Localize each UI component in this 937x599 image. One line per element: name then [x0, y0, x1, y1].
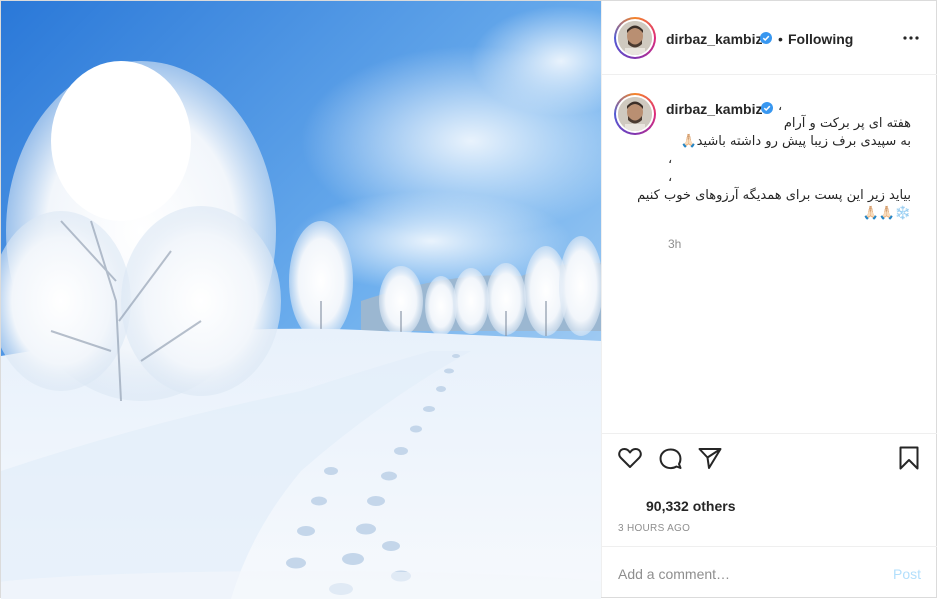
- caption-line: ،: [668, 170, 673, 185]
- more-options-icon[interactable]: [902, 29, 920, 47]
- comment-box: Post: [602, 546, 937, 597]
- caption-line: هفته ای پر برکت و آرام: [783, 116, 911, 131]
- avatar: [618, 21, 652, 55]
- action-bar: [602, 433, 937, 483]
- caption-separator: ،: [778, 98, 783, 113]
- post-comment-button[interactable]: Post: [893, 566, 921, 582]
- likes-count[interactable]: 90,332 others: [646, 498, 736, 514]
- comment-icon[interactable]: [656, 444, 684, 472]
- post-timestamp[interactable]: 3 HOURS AGO: [618, 523, 690, 534]
- bookmark-icon[interactable]: [895, 444, 923, 472]
- post-header: dirbaz_kambiz • Following: [602, 1, 937, 75]
- caption-time[interactable]: 3h: [668, 237, 681, 251]
- comment-input[interactable]: [618, 563, 878, 585]
- share-icon[interactable]: [696, 444, 724, 472]
- story-ring[interactable]: [614, 93, 656, 135]
- caption-line: بیاید زیر این پست برای همدیگه آرزوهای خو…: [637, 188, 911, 203]
- post-photo[interactable]: [1, 1, 601, 599]
- caption-area: dirbaz_kambiz ، هفته ای پر برکت و آرام ب…: [602, 75, 937, 433]
- following-button[interactable]: Following: [788, 31, 853, 47]
- story-ring[interactable]: [614, 17, 656, 59]
- verified-badge-icon: [761, 102, 773, 114]
- heart-icon[interactable]: [616, 444, 644, 472]
- snowy-landscape-image: [1, 1, 601, 599]
- username-link[interactable]: dirbaz_kambiz: [666, 31, 762, 47]
- avatar: [618, 97, 652, 131]
- caption-line: به سپیدی برف زیبا پیش رو داشته باشید🙏🏻: [680, 134, 911, 149]
- verified-badge-icon: [760, 32, 772, 44]
- separator-dot: •: [778, 31, 783, 47]
- post-side-panel: dirbaz_kambiz • Following dirbaz_kambiz …: [601, 1, 937, 597]
- caption-line: ،: [668, 152, 673, 167]
- instagram-post: dirbaz_kambiz • Following dirbaz_kambiz …: [0, 0, 937, 599]
- caption-line: ❄️🙏🏻🙏🏻: [862, 206, 911, 221]
- caption-text: هفته ای پر برکت و آرام به سپیدی برف زیبا…: [637, 115, 911, 223]
